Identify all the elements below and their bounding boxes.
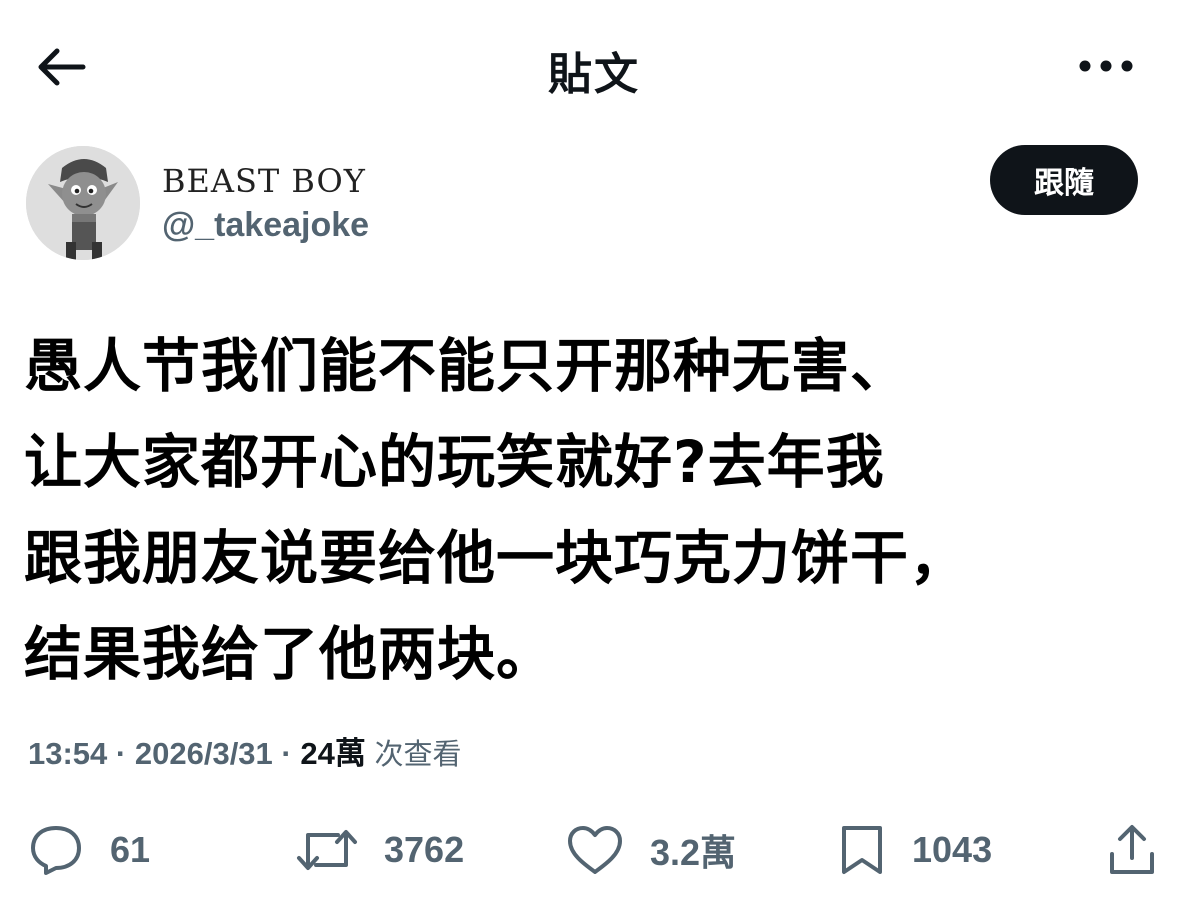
tweet-date[interactable]: 2026/3/31 <box>135 736 273 771</box>
retweet-button[interactable]: 3762 <box>296 810 464 890</box>
meta-separator: · <box>115 736 127 771</box>
action-bar: 61 3762 3.2萬 1043 <box>0 810 1188 890</box>
page-title: 貼文 <box>548 49 640 100</box>
meta-separator: · <box>281 736 292 771</box>
beast-boy-avatar-image <box>26 146 140 260</box>
views-count: 24萬 <box>300 736 366 771</box>
bookmark-button[interactable]: 1043 <box>838 810 992 890</box>
share-button[interactable] <box>1106 810 1158 890</box>
tweet-time[interactable]: 13:54 <box>28 736 107 771</box>
bookmark-count: 1043 <box>912 829 993 870</box>
avatar[interactable] <box>26 146 140 260</box>
reply-button[interactable]: 61 <box>28 810 150 890</box>
reply-count: 61 <box>110 829 151 870</box>
bookmark-icon <box>842 826 882 874</box>
retweet-icon <box>297 830 357 870</box>
follow-button[interactable]: 跟隨 <box>990 145 1138 215</box>
author-display-name[interactable]: BEAST BOY <box>162 162 366 200</box>
reply-icon <box>31 826 81 875</box>
tweet-meta: 13:54 · 2026/3/31 · 24萬 次查看 <box>28 728 462 773</box>
more-horizontal-icon <box>1079 60 1133 72</box>
top-bar: 貼文 <box>0 0 1188 130</box>
heart-icon <box>568 826 622 874</box>
author-handle[interactable]: @_takeajoke <box>162 206 369 245</box>
retweet-count: 3762 <box>384 829 465 870</box>
like-count: 3.2萬 <box>650 824 736 876</box>
tweet-text: 愚人节我们能不能只开那种无害、 让大家都开心的玩笑就好?去年我 跟我朋友说要给他… <box>24 332 969 688</box>
views-label: 次查看 <box>374 737 462 771</box>
more-options-button[interactable] <box>1074 44 1138 88</box>
like-button[interactable]: 3.2萬 <box>566 810 736 890</box>
like-count-value: 3.2萬 <box>650 832 737 873</box>
share-icon <box>1110 825 1154 874</box>
